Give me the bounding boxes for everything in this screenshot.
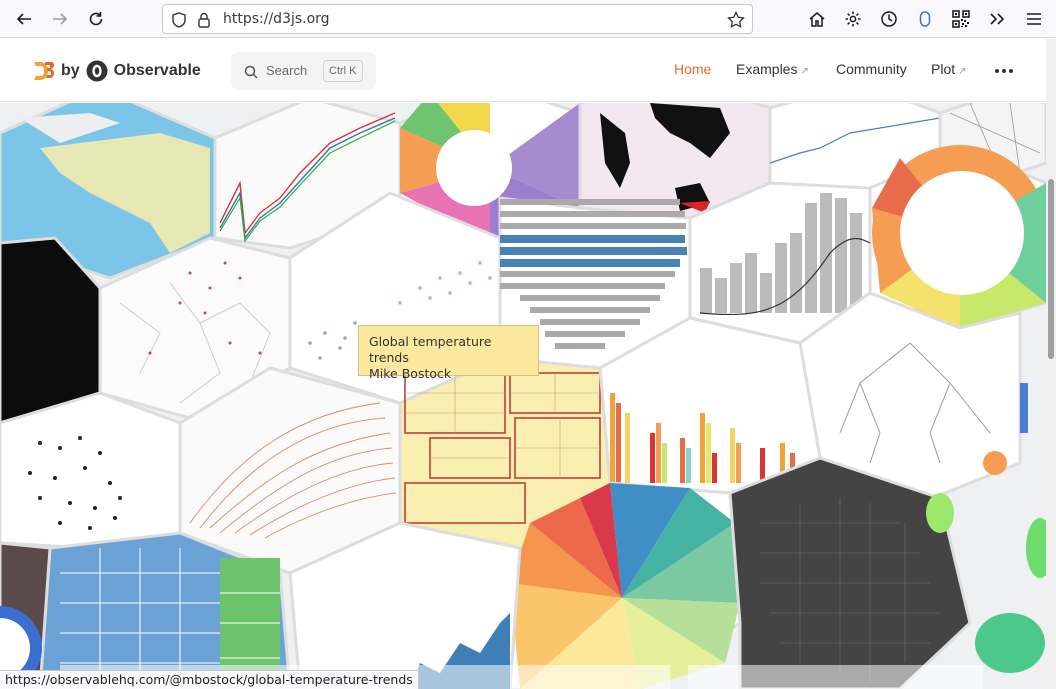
qr-code-icon[interactable] <box>950 8 972 30</box>
d3-logo-link[interactable]: by Observable <box>33 57 201 85</box>
page-scrollbar[interactable] <box>1046 39 1056 689</box>
gear-icon[interactable] <box>842 8 864 30</box>
search-label: Search <box>266 63 308 78</box>
shield-icon[interactable] <box>170 11 188 33</box>
home-icon[interactable] <box>806 8 828 30</box>
url-bar[interactable]: https://d3js.org <box>162 4 753 34</box>
reload-icon[interactable] <box>84 7 108 31</box>
overflow-chevrons-icon[interactable] <box>986 8 1008 30</box>
logo-by-text: by <box>61 62 80 79</box>
example-gallery-collage: Global temperature trends Mike Bostock <box>0 103 1046 689</box>
nav-examples[interactable]: Examples ↗ <box>736 61 809 77</box>
d3-logo-icon <box>34 62 54 80</box>
more-dots-icon[interactable] <box>993 63 1015 79</box>
tooltip-author: Mike Bostock <box>369 366 452 381</box>
search-button[interactable]: Search Ctrl K <box>231 52 376 90</box>
forward-icon[interactable] <box>48 7 72 31</box>
bookmark-star-icon[interactable] <box>726 10 746 34</box>
url-text[interactable]: https://d3js.org <box>223 11 330 27</box>
link-status-bar: https://observablehq.com/@mbostock/globa… <box>0 670 419 689</box>
nav-community-label: Community <box>836 61 907 77</box>
logo-observable-text: Observable <box>113 62 201 79</box>
external-link-icon: ↗ <box>800 66 809 77</box>
example-hex-donut[interactable] <box>868 145 1046 330</box>
observable-logo-icon <box>86 60 108 82</box>
nav-examples-label: Examples <box>736 61 798 77</box>
hamburger-menu-icon[interactable] <box>1023 8 1045 30</box>
lock-icon[interactable] <box>196 11 212 33</box>
search-icon <box>244 65 258 79</box>
site-header: by Observable Search Ctrl K Home Example… <box>0 39 1046 102</box>
nav-home-label: Home <box>674 61 712 77</box>
browser-toolbar: https://d3js.org <box>0 0 1056 38</box>
history-clock-icon[interactable] <box>878 8 900 30</box>
back-icon[interactable] <box>12 7 36 31</box>
container-icon[interactable] <box>914 8 936 30</box>
nav-plot[interactable]: Plot ↗ <box>931 61 967 77</box>
example-hex-us-map[interactable] <box>728 456 1046 689</box>
scrollbar-thumb[interactable] <box>1048 179 1054 359</box>
tooltip-title: Global temperature trends <box>369 334 492 365</box>
nav-community[interactable]: Community <box>836 61 907 77</box>
search-shortcut: Ctrl K <box>323 60 363 82</box>
nav-home[interactable]: Home <box>674 61 711 77</box>
nav-plot-label: Plot <box>931 61 956 77</box>
external-link-icon: ↗ <box>958 66 967 77</box>
example-tooltip: Global temperature trends Mike Bostock <box>358 325 539 381</box>
example-hex-donut-2[interactable] <box>0 541 52 689</box>
example-hex-dot-pattern[interactable] <box>0 391 182 550</box>
